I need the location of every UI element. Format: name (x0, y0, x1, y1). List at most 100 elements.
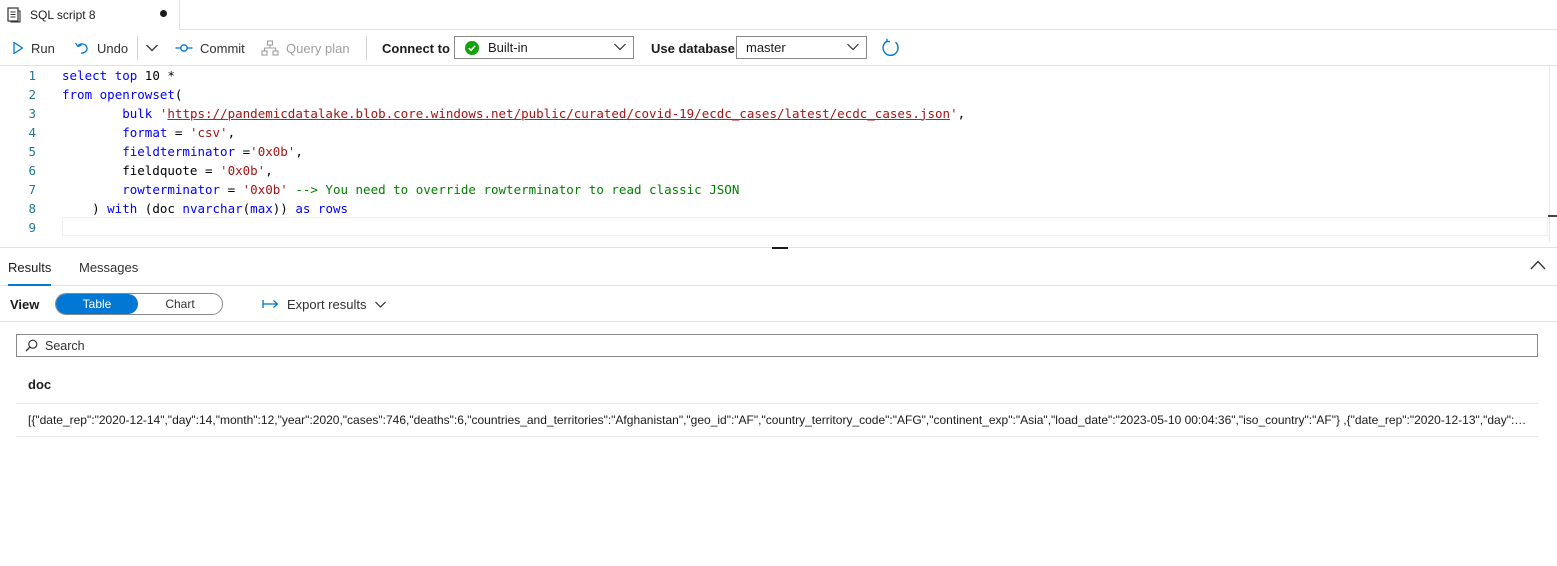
query-plan-button[interactable]: Query plan (261, 31, 350, 65)
check-circle-icon (465, 40, 479, 55)
code-token: = (220, 182, 243, 197)
line-number: 6 (28, 163, 36, 178)
code-token: max (250, 201, 273, 216)
column-header-doc[interactable]: doc (28, 377, 51, 392)
chevron-down-icon (847, 43, 859, 51)
undo-label: Undo (97, 40, 129, 56)
tab-results[interactable]: Results (8, 249, 52, 286)
code-text: select top 10 * (62, 66, 175, 85)
code-text: fieldterminator ='0x0b', (62, 142, 303, 161)
code-token: select (62, 68, 108, 83)
code-text: from openrowset( (62, 85, 182, 104)
chevron-down-icon (146, 44, 158, 52)
code-token: with (107, 201, 138, 216)
line-number: 3 (28, 106, 36, 121)
code-token: openrowset (99, 87, 175, 102)
undo-icon (74, 42, 88, 54)
connect-to-label: Connect to (382, 40, 450, 56)
toolbar-divider (137, 36, 138, 60)
commit-label: Commit (200, 40, 245, 56)
view-option-chart[interactable]: Chart (138, 294, 222, 314)
refresh-button[interactable] (881, 31, 908, 65)
code-token: ) (62, 201, 108, 216)
code-text: rowterminator = '0x0b' --> You need to o… (62, 180, 739, 199)
line-number: 2 (28, 87, 36, 102)
connect-to-value: Built-in (488, 40, 528, 55)
code-token: )) (272, 201, 296, 216)
line-number: 9 (28, 220, 36, 235)
code-token: , (265, 163, 273, 178)
line-number: 5 (28, 144, 36, 159)
code-line[interactable]: 6 fieldquote = '0x0b', (0, 161, 1550, 180)
connect-to-select[interactable]: Built-in (454, 36, 634, 59)
code-token: https://pandemicdatalake.blob.core.windo… (167, 106, 951, 121)
undo-dropdown-button[interactable] (145, 31, 166, 65)
code-token: fieldterminator (122, 144, 236, 159)
editor-toolbar: Run Undo Commit Query plan Connect to Bu… (0, 31, 1557, 66)
results-grid-header: doc (16, 366, 1538, 404)
code-token: ( (174, 87, 183, 102)
code-token: '0x0b' (242, 182, 288, 197)
chevron-up-icon[interactable] (1529, 258, 1547, 272)
code-token: '0x0b' (220, 163, 266, 178)
sql-code-editor[interactable]: 1 select top 10 * 2 from openrowset(3 bulk … (0, 66, 1557, 242)
code-line[interactable]: 9 (0, 218, 1550, 237)
view-label: View (10, 297, 40, 312)
commit-button[interactable]: Commit (175, 31, 245, 65)
chevron-down-icon (375, 301, 387, 308)
tab-messages[interactable]: Messages (79, 249, 138, 285)
results-search-input[interactable]: Search (16, 334, 1538, 357)
code-token: , (957, 106, 966, 121)
sql-script-icon (7, 7, 21, 23)
code-token: = (167, 125, 190, 140)
code-line[interactable]: 7 rowterminator = '0x0b' --> You need to… (0, 180, 1550, 199)
code-token: rows (317, 201, 349, 216)
line-number: 8 (28, 201, 36, 216)
run-button[interactable]: Run (12, 31, 55, 65)
code-line[interactable]: 5 fieldterminator ='0x0b', (0, 142, 1550, 161)
search-icon (25, 339, 38, 352)
code-line[interactable]: 8 ) with (doc nvarchar(max)) as rows (0, 199, 1550, 218)
code-token: , (227, 125, 236, 140)
export-results-button[interactable]: Export results (262, 286, 387, 322)
code-token: ' (950, 106, 958, 121)
code-line[interactable]: 2 from openrowset( (0, 85, 1550, 104)
undo-button[interactable]: Undo (74, 31, 128, 65)
line-number: 1 (28, 68, 36, 83)
unsaved-changes-dot[interactable] (160, 10, 167, 17)
play-icon (13, 41, 24, 55)
code-token: from (62, 87, 93, 102)
results-tab-bar: Results Messages (0, 249, 1557, 286)
query-plan-label: Query plan (286, 40, 350, 56)
use-database-select[interactable]: master (736, 36, 867, 59)
tab-sql-script[interactable]: SQL script 8 (0, 0, 180, 30)
code-token: 10 * (137, 68, 175, 83)
code-text: fieldquote = '0x0b', (62, 161, 273, 180)
chevron-down-icon (614, 43, 626, 51)
code-token: fieldquote = (62, 163, 221, 178)
code-line[interactable]: 4 format = 'csv', (0, 123, 1550, 142)
query-plan-icon (261, 40, 279, 56)
tab-title: SQL script 8 (30, 8, 96, 22)
table-row[interactable]: [{"date_rep":"2020-12-14","day":14,"mont… (16, 404, 1538, 437)
cursor-position-marker (1548, 215, 1557, 217)
results-view-bar: View Table Chart Export results (0, 286, 1557, 322)
code-line[interactable]: 3 bulk 'https://pandemicdatalake.blob.co… (0, 104, 1550, 123)
export-results-label: Export results (287, 296, 367, 312)
code-token: format (122, 125, 168, 140)
view-toggle[interactable]: Table Chart (55, 293, 223, 315)
search-placeholder: Search (45, 339, 85, 353)
code-token: 'csv' (189, 125, 228, 140)
view-option-table[interactable]: Table (56, 294, 138, 314)
code-text: bulk 'https://pandemicdatalake.blob.core… (62, 104, 965, 123)
commit-icon (175, 44, 193, 52)
code-token: '0x0b' (250, 144, 296, 159)
code-line[interactable]: 1 select top 10 * (0, 66, 1550, 85)
table-cell-doc[interactable]: [{"date_rep":"2020-12-14","day":14,"mont… (28, 413, 1528, 427)
